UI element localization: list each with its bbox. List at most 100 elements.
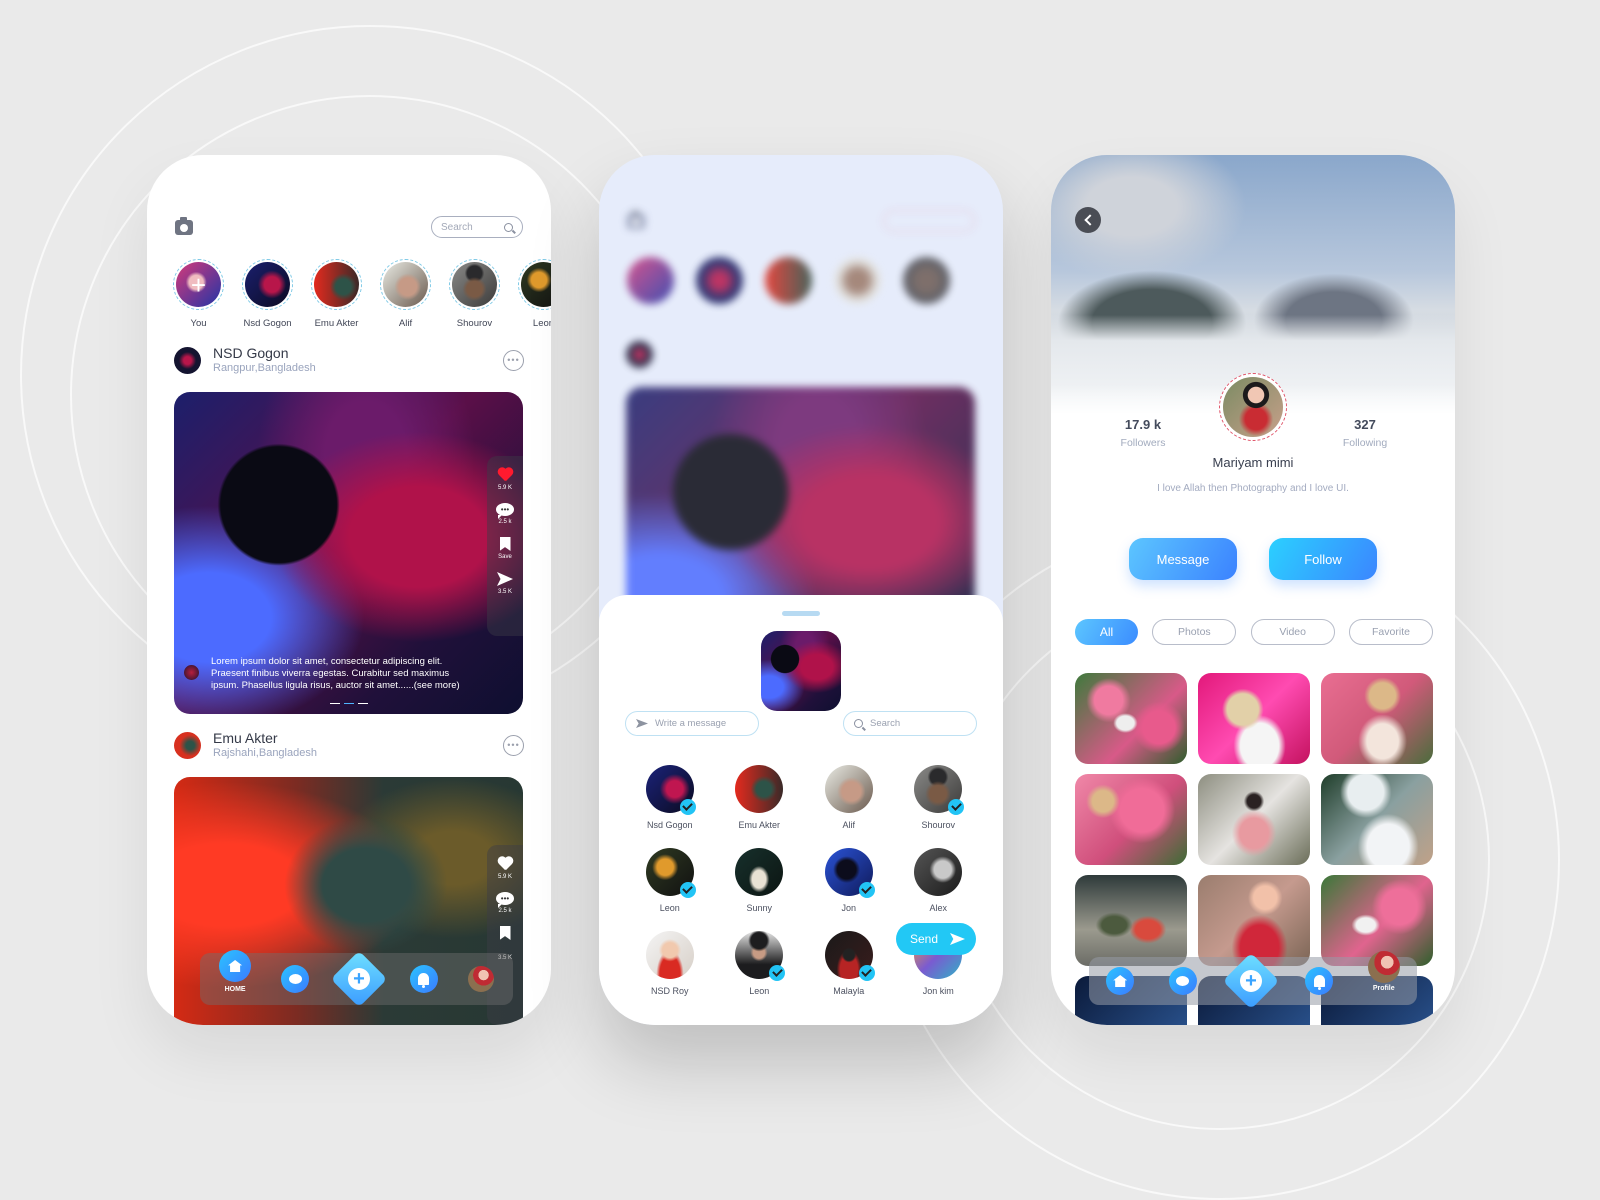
tab-favorite[interactable]: Favorite: [1348, 619, 1433, 645]
like-button[interactable]: 5.9 K: [497, 468, 513, 491]
story-item[interactable]: Alif: [380, 259, 431, 329]
story-ring: [901, 255, 952, 306]
follow-button[interactable]: Follow: [1269, 538, 1377, 580]
story-item: [832, 255, 883, 306]
story-avatar: [383, 262, 428, 307]
contact-avatar: [645, 931, 694, 979]
message-button[interactable]: Message: [1129, 538, 1237, 580]
story-item[interactable]: Emu Akter: [311, 259, 362, 329]
search-placeholder: Search: [441, 221, 473, 233]
feed-topbar: [627, 209, 975, 233]
slide-dot-active[interactable]: [343, 702, 354, 704]
post-header: Emu Akter Rajshahi,Bangladesh •••: [174, 728, 524, 762]
caption-avatar: [184, 665, 199, 680]
profile-avatar[interactable]: [1219, 373, 1287, 441]
contact-item[interactable]: Leon: [625, 848, 715, 913]
nav-messages-button[interactable]: [281, 965, 310, 993]
comment-button[interactable]: ••• 2.5 k: [496, 503, 514, 525]
gallery-photo[interactable]: [1075, 875, 1187, 966]
contact-item[interactable]: Jon: [804, 848, 894, 913]
comment-count: 2.5 k: [498, 908, 512, 914]
search-input[interactable]: Search: [431, 216, 523, 238]
slide-dot[interactable]: [357, 702, 368, 704]
contact-item[interactable]: Emu Akter: [715, 765, 805, 830]
camera-icon: [627, 210, 645, 229]
story-you[interactable]: + You: [173, 259, 224, 329]
stories-row: [625, 255, 952, 306]
nav-home-label: HOME: [224, 986, 246, 993]
post-author-avatar[interactable]: [174, 731, 201, 759]
gallery-photo[interactable]: [1198, 673, 1310, 764]
story-name: Nsd Gogon: [243, 318, 292, 329]
story-ring: [694, 255, 745, 306]
post-author-name[interactable]: NSD Gogon: [213, 345, 316, 361]
post-caption[interactable]: Lorem ipsum dolor sit amet, consectetur …: [211, 656, 463, 692]
selected-check-icon: [679, 799, 696, 815]
more-options-button[interactable]: •••: [503, 349, 524, 371]
contact-avatar: [645, 765, 696, 815]
nav-profile-button[interactable]: Profile: [1367, 950, 1400, 992]
selected-check-icon: [769, 965, 786, 981]
nav-notifications-button[interactable]: [409, 965, 438, 993]
gallery-photo[interactable]: [1198, 774, 1310, 865]
tab-photos[interactable]: Photos: [1152, 619, 1237, 645]
contact-item[interactable]: Alif: [804, 765, 894, 830]
gallery-photo[interactable]: [1198, 875, 1310, 966]
contact-item[interactable]: Nsd Gogon: [625, 765, 715, 830]
story-item[interactable]: Shourov: [449, 259, 500, 329]
tab-all[interactable]: All: [1075, 619, 1138, 645]
contact-avatar: [735, 848, 784, 896]
nav-home-button[interactable]: HOME: [219, 950, 252, 993]
like-button[interactable]: 5.9 K: [497, 857, 513, 880]
story-ring: +: [173, 259, 224, 310]
story-avatar: [314, 262, 359, 307]
following-stat[interactable]: 327 Following: [1320, 417, 1410, 449]
save-button[interactable]: Save: [498, 537, 512, 560]
contact-search-input[interactable]: Search: [843, 711, 977, 736]
story-avatar: [696, 257, 743, 304]
contact-item[interactable]: NSD Roy: [625, 931, 715, 996]
contact-item[interactable]: Shourov: [894, 765, 984, 830]
post-author-avatar[interactable]: [174, 346, 201, 374]
story-item[interactable]: Leon: [518, 259, 551, 329]
sheet-drag-handle[interactable]: [782, 611, 820, 616]
gallery-photo[interactable]: [1075, 673, 1187, 764]
tab-video[interactable]: Video: [1250, 619, 1335, 645]
contact-item[interactable]: Malayla: [804, 931, 894, 996]
slide-dot[interactable]: [329, 702, 340, 704]
contact-item[interactable]: Alex: [894, 848, 984, 913]
back-button[interactable]: [1075, 207, 1101, 233]
contact-avatar: [735, 931, 786, 981]
nav-messages-button[interactable]: [1168, 967, 1197, 995]
save-button[interactable]: [499, 926, 511, 940]
contact-name: Leon: [749, 986, 770, 996]
more-options-button[interactable]: •••: [503, 734, 524, 756]
story-avatar: [765, 257, 812, 304]
nav-create-button[interactable]: +: [331, 950, 388, 1008]
contact-item[interactable]: Sunny: [715, 848, 805, 913]
contact-avatar: [735, 765, 784, 813]
gallery-photo[interactable]: [1075, 774, 1187, 865]
story-item[interactable]: Nsd Gogon: [242, 259, 293, 329]
message-input[interactable]: Write a message: [625, 711, 759, 736]
contact-name: Jon kim: [922, 986, 954, 996]
camera-icon[interactable]: [175, 216, 193, 235]
share-button[interactable]: 3.5 K: [497, 572, 513, 595]
gallery-photo[interactable]: [1321, 673, 1433, 764]
contact-item[interactable]: Leon: [715, 931, 805, 996]
contact-name: Emu Akter: [738, 820, 780, 830]
nav-create-button[interactable]: +: [1222, 952, 1280, 1010]
story-ring: [763, 255, 814, 306]
post-author-name[interactable]: Emu Akter: [213, 730, 317, 746]
nav-profile-avatar[interactable]: [467, 966, 494, 992]
contact-name: Alex: [929, 903, 947, 913]
post-image[interactable]: 5.9 K ••• 2.5 k Save 3.5 K Lorem ipsum d…: [174, 392, 523, 714]
gallery-photo[interactable]: [1321, 774, 1433, 865]
comment-button[interactable]: ••• 2.5 k: [496, 892, 514, 914]
plus-icon: +: [348, 968, 371, 990]
nav-home-button[interactable]: [1106, 967, 1135, 995]
nav-notifications-button[interactable]: [1305, 967, 1334, 995]
send-button[interactable]: Send: [896, 923, 976, 955]
followers-stat[interactable]: 17.9 k Followers: [1098, 417, 1188, 449]
story-ring: [832, 255, 883, 306]
